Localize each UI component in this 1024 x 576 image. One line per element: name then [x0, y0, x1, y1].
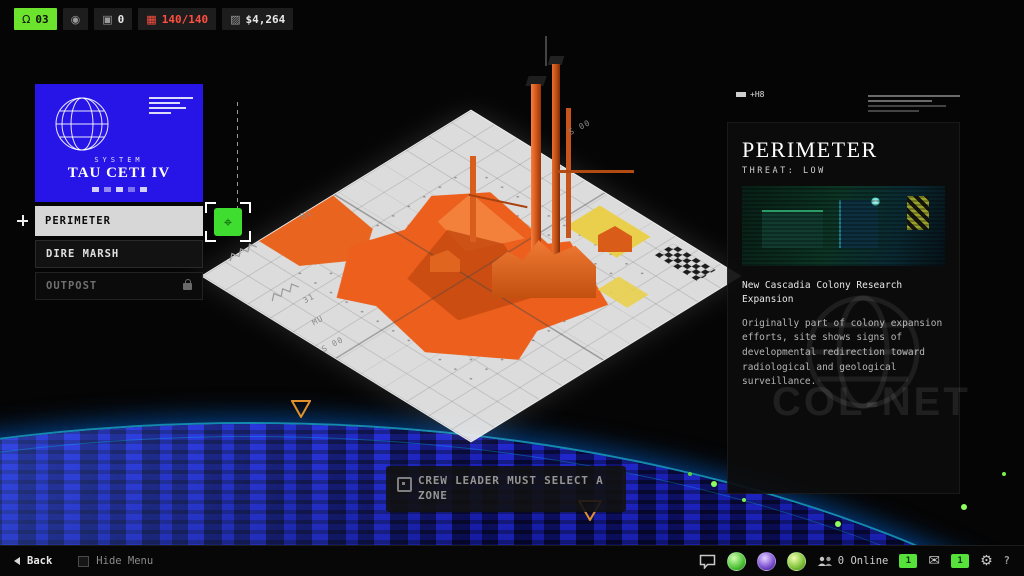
system-card: SYSTEM TAU CETI IV	[35, 84, 203, 202]
zone-select-screen: B1 S 00 31 MU S 00 +H8 Ω 03 ◉ ▣ 0 ▦ 140/…	[0, 0, 1024, 576]
select-icon	[397, 477, 412, 492]
headset-icon: Ω	[22, 13, 30, 26]
tooltip-text: CREW LEADER MUST SELECT A ZONE	[418, 474, 604, 502]
zone-item-dire-marsh[interactable]: DIRE MARSH	[35, 240, 203, 268]
crew-count-badge[interactable]: Ω 03	[14, 8, 57, 30]
back-label: Back	[27, 555, 52, 567]
zone-label: DIRE MARSH	[46, 248, 119, 260]
health-value: 140/140	[162, 13, 208, 26]
status-orb-2[interactable]	[757, 552, 776, 571]
zone-photo	[742, 186, 945, 266]
status-orb-1[interactable]	[727, 552, 746, 571]
zone-item-outpost[interactable]: OUTPOST	[35, 272, 203, 300]
crew-leader-tooltip: CREW LEADER MUST SELECT A ZONE	[386, 466, 626, 512]
hide-menu-label: Hide Menu	[96, 555, 153, 567]
people-icon	[817, 555, 833, 567]
credits-value: $4,264	[245, 13, 285, 26]
tower-cap	[548, 56, 565, 65]
credits-badge[interactable]: ▨ $4,264	[222, 8, 293, 30]
zone-item-perimeter[interactable]: PERIMETER	[35, 206, 203, 236]
lock-icon	[183, 283, 192, 290]
chat-icon[interactable]	[699, 554, 716, 569]
settings-gear-icon[interactable]: ⚙	[980, 554, 993, 568]
zone-description: Originally part of colony expansion effo…	[742, 317, 945, 391]
credits-icon: ▨	[230, 13, 240, 26]
online-counter: 0 Online	[817, 555, 889, 567]
confirm-zone-button[interactable]: ⌖	[214, 208, 242, 236]
status-orb-3[interactable]	[787, 552, 806, 571]
mail-badge: 1	[951, 554, 969, 568]
bottom-right-cluster: 0 Online 1 ✉ 1 ⚙ ?	[699, 552, 1010, 571]
tower-cap	[525, 76, 546, 86]
health-grid-icon: ▦	[146, 13, 156, 26]
map-legend-microtext	[868, 92, 960, 115]
back-arrow-icon	[14, 557, 20, 565]
target-icon: ⌖	[224, 213, 232, 231]
zone-label: OUTPOST	[46, 280, 97, 292]
eye-icon: ◉	[71, 13, 81, 26]
system-name: TAU CETI IV	[35, 165, 203, 182]
camera-count: 0	[118, 13, 125, 26]
crew-count: 03	[35, 13, 48, 26]
zone-subtitle: New Cascadia Colony Research Expansion	[742, 279, 945, 307]
threat-level: THREAT: LOW	[742, 166, 945, 176]
zone-select-target: ⌖	[205, 202, 251, 242]
spectator-badge[interactable]: ◉	[63, 8, 89, 30]
ruler-dashes	[237, 100, 238, 210]
zone-label: PERIMETER	[45, 215, 111, 227]
back-button[interactable]: Back	[14, 555, 52, 567]
globe-wireframe-icon	[51, 93, 113, 155]
card-microtext	[149, 94, 193, 117]
system-label: SYSTEM	[35, 156, 203, 164]
zone-map-plane[interactable]	[201, 110, 741, 443]
top-hud: Ω 03 ◉ ▣ 0 ▦ 140/140 ▨ $4,264	[14, 8, 293, 30]
mail-icon[interactable]: ✉	[928, 554, 940, 568]
online-label: 0 Online	[838, 555, 889, 567]
health-badge[interactable]: ▦ 140/140	[138, 8, 216, 30]
photo-scanlines	[742, 186, 945, 266]
help-button[interactable]: ?	[1004, 555, 1010, 567]
zone-title: PERIMETER	[742, 137, 945, 163]
map-checker-marker	[655, 244, 716, 281]
zone-info-panel: PERIMETER THREAT: LOW New Cascadia Colon…	[727, 122, 960, 494]
annotation-text: +H8	[750, 90, 764, 99]
warning-triangle-icon	[291, 400, 311, 418]
move-cursor-icon	[17, 215, 28, 226]
annotation-bar	[736, 92, 746, 97]
zone-menu: PERIMETER DIRE MARSH OUTPOST	[35, 206, 203, 304]
status-badge: 1	[899, 554, 917, 568]
hide-menu-toggle[interactable]: Hide Menu	[78, 555, 153, 567]
camera-icon: ▣	[102, 13, 112, 26]
camera-badge[interactable]: ▣ 0	[94, 8, 132, 30]
bottom-bar: Back Hide Menu 0 Online 1 ✉ 1 ⚙ ?	[0, 545, 1024, 576]
city-lights	[0, 0, 4, 4]
system-glyph-row	[35, 187, 203, 192]
checkbox-icon	[78, 556, 89, 567]
map-annotation: +H8	[736, 90, 764, 99]
grid-label: S 00	[567, 118, 592, 137]
antenna-mast	[545, 36, 547, 66]
